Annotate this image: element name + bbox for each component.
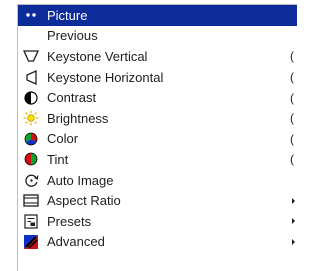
menu-item-label: Keystone Horizontal — [47, 69, 164, 85]
menu-item-auto-image[interactable]: Auto Image — [18, 170, 297, 191]
menu-item-advanced[interactable]: Advanced — [18, 232, 297, 253]
menu-item-keystone-horizontal[interactable]: Keystone Horizontal ( — [18, 67, 297, 88]
dots-icon — [23, 7, 39, 23]
menu-item-picture[interactable]: Picture — [18, 5, 297, 26]
menu-item-contrast[interactable]: Contrast ( — [18, 87, 297, 108]
value-bracket: ( — [290, 152, 294, 167]
menu-item-label: Auto Image — [47, 172, 114, 188]
menu-item-label: Aspect Ratio — [47, 193, 121, 209]
menu-item-keystone-vertical[interactable]: Keystone Vertical ( — [18, 46, 297, 67]
auto-image-icon — [23, 172, 39, 188]
menu-item-label: Keystone Vertical — [47, 48, 148, 64]
submenu-arrow-icon — [292, 197, 295, 204]
menu-item-label: Previous — [47, 28, 98, 44]
menu-item-aspect-ratio[interactable]: Aspect Ratio — [18, 190, 297, 211]
value-bracket: ( — [290, 131, 294, 146]
menu-item-presets[interactable]: Presets — [18, 211, 297, 232]
value-bracket: ( — [290, 70, 294, 85]
menu-item-brightness[interactable]: Brightness ( — [18, 108, 297, 129]
contrast-icon — [23, 90, 39, 106]
tint-icon — [23, 151, 39, 167]
menu-item-label: Picture — [47, 7, 88, 23]
submenu-arrow-icon — [292, 218, 295, 225]
menu-item-tint[interactable]: Tint ( — [18, 149, 297, 170]
picture-menu: Picture Previous Keystone Vertical ( Key… — [17, 4, 297, 271]
menu-item-icon-placeholder — [23, 28, 39, 44]
value-bracket: ( — [290, 49, 294, 64]
value-bracket: ( — [290, 90, 294, 105]
submenu-arrow-icon — [292, 238, 295, 245]
color-icon — [23, 131, 39, 147]
keystone-horizontal-icon — [23, 69, 39, 85]
menu-item-label: Contrast — [47, 90, 97, 106]
menu-item-previous[interactable]: Previous — [18, 26, 297, 47]
presets-icon — [23, 213, 39, 229]
menu-item-label: Color — [47, 131, 79, 147]
advanced-icon — [23, 234, 39, 250]
brightness-icon — [23, 110, 39, 126]
menu-item-color[interactable]: Color ( — [18, 129, 297, 150]
aspect-ratio-icon — [23, 193, 39, 209]
menu-item-label: Tint — [47, 151, 69, 167]
menu-item-label: Presets — [47, 213, 92, 229]
keystone-vertical-icon — [23, 48, 39, 64]
value-bracket: ( — [290, 111, 294, 126]
menu-item-label: Advanced — [47, 234, 105, 250]
menu-item-label: Brightness — [47, 110, 109, 126]
